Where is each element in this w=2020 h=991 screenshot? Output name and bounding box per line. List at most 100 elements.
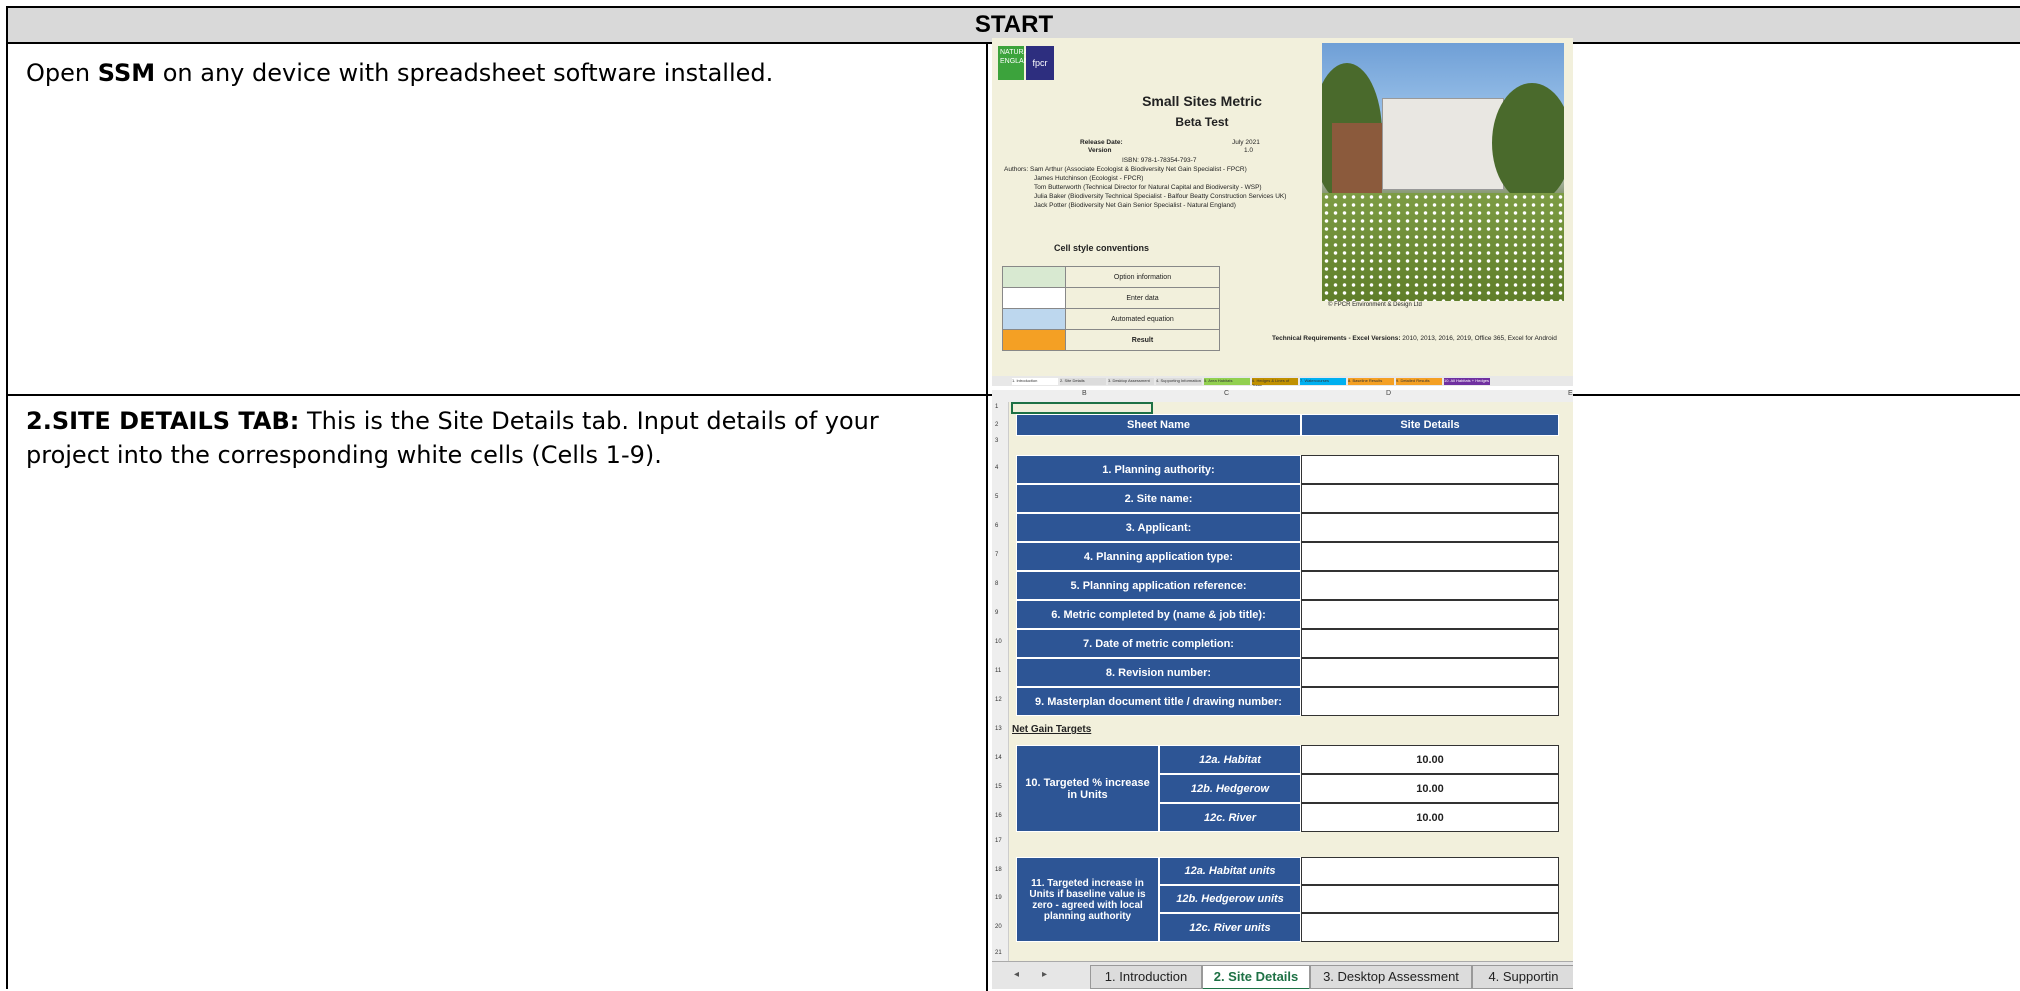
target-zero-row-label: 12b. Hedgerow units	[1159, 885, 1301, 913]
row-number: 10	[995, 639, 1002, 645]
intro-subtitle: Beta Test	[1175, 115, 1229, 129]
planning-authority-input[interactable]	[1301, 455, 1559, 484]
row-number: 12	[995, 697, 1002, 703]
column-headers: B C D E	[992, 390, 1573, 402]
sheet-tab[interactable]: 6. Hedges & Lines of Trees	[1252, 377, 1298, 386]
legend-swatch	[1002, 329, 1066, 351]
column-divider	[986, 44, 988, 991]
tab-scroll-left-icon[interactable]: ◂	[1014, 969, 1019, 980]
legend-swatch	[1002, 287, 1066, 309]
sheet-tab[interactable]: 8. Baseline Results	[1348, 377, 1394, 385]
tab-site-details[interactable]: 2. Site Details	[1202, 965, 1310, 989]
col-header: C	[1224, 390, 1230, 397]
author-line-0: Authors: Sam Arthur (Associate Ecologist…	[1004, 166, 1247, 173]
field-label: 9. Masterplan document title / drawing n…	[1016, 687, 1301, 716]
natural-england-logo: NATURAL ENGLAND	[998, 46, 1034, 80]
photo-building-brick	[1332, 123, 1382, 193]
legend-label: Automated equation	[1065, 308, 1220, 330]
river-units-input[interactable]	[1301, 913, 1559, 942]
sheet-tab[interactable]: 10. All Habitats + Hedges	[1444, 377, 1490, 385]
row-number: 17	[995, 838, 1002, 844]
row-number: 7	[995, 552, 999, 558]
field-label: 1. Planning authority:	[1016, 455, 1301, 484]
field-label: 3. Applicant:	[1016, 513, 1301, 542]
completed-by-input[interactable]	[1301, 600, 1559, 629]
application-type-input[interactable]	[1301, 542, 1559, 571]
target-pct-row-label: 12b. Hedgerow	[1159, 774, 1301, 803]
river-target-input[interactable]: 10.00	[1301, 803, 1559, 832]
tab-introduction[interactable]: 1. Introduction	[1090, 965, 1202, 989]
site-name-input[interactable]	[1301, 484, 1559, 513]
target-zero-row-label: 12a. Habitat units	[1159, 857, 1301, 885]
field-label: 2. Site name:	[1016, 484, 1301, 513]
row-number: 4	[995, 465, 999, 471]
selected-cell[interactable]	[1011, 402, 1153, 414]
row2-instruction: 2.SITE DETAILS TAB: This is the Site Det…	[26, 404, 966, 472]
applicant-input[interactable]	[1301, 513, 1559, 542]
photo-tree	[1492, 83, 1564, 203]
sheet-tab[interactable]: 3. Desktop Assessment	[1108, 377, 1154, 385]
legend-swatch	[1002, 266, 1066, 288]
sheet-tab[interactable]: 2. Site Details	[1060, 377, 1106, 385]
legend-row: Automated equation	[1002, 308, 1220, 330]
legend-row: Enter data	[1002, 287, 1220, 309]
sheet-tab[interactable]: 4. Supporting Information	[1156, 377, 1202, 385]
row1-text-post: on any device with spreadsheet software …	[155, 59, 774, 87]
sheet-tab[interactable]: 1. Introduction	[1012, 377, 1058, 385]
sheet-tab[interactable]: 5. Area Habitats	[1204, 377, 1250, 385]
sheet-tab[interactable]: 7. Watercourses	[1300, 377, 1346, 385]
row-number: 18	[995, 867, 1002, 873]
hedgerow-units-input[interactable]	[1301, 885, 1559, 913]
author-line-1: James Hutchinson (Ecologist - FPCR)	[1034, 175, 1144, 182]
legend-label: Enter data	[1065, 287, 1220, 309]
row-number: 11	[995, 668, 1002, 674]
habitat-units-input[interactable]	[1301, 857, 1559, 885]
tab-desktop-assessment[interactable]: 3. Desktop Assessment	[1310, 965, 1472, 989]
cell-style-title: Cell style conventions	[1054, 243, 1150, 253]
fpcr-logo: fpcr	[1026, 46, 1054, 80]
hedgerow-target-input[interactable]: 10.00	[1301, 774, 1559, 803]
photo-daisies	[1322, 193, 1564, 301]
row-numbers: 1 2 3 4 5 6 7 8 9 10 11 12 13 14 15 16 1…	[992, 402, 1009, 962]
application-reference-input[interactable]	[1301, 571, 1559, 600]
author-line-3: Julia Baker (Biodiversity Technical Spec…	[1034, 193, 1287, 200]
copyright: © FPCR Environment & Design Ltd	[1328, 302, 1422, 308]
tech-requirements: Technical Requirements - Excel Versions:…	[1272, 335, 1557, 342]
row1-instruction: Open SSM on any device with spreadsheet …	[26, 56, 966, 90]
legend-row: Option information	[1002, 266, 1220, 288]
row-number: 9	[995, 610, 999, 616]
habitat-target-input[interactable]: 10.00	[1301, 745, 1559, 774]
row-number: 5	[995, 494, 999, 500]
row-number: 16	[995, 813, 1002, 819]
site-details-screenshot: B C D E 1 2 3 4 5 6 7 8 9 10 11 12 13 14…	[992, 390, 1573, 989]
col-header: B	[1082, 390, 1087, 397]
col-header: D	[1386, 390, 1392, 397]
tech-req-value: 2010, 2013, 2016, 2019, Office 365, Exce…	[1402, 335, 1557, 342]
row-number: 21	[995, 950, 1002, 956]
sheet-tab-bar: ◂ ▸ 1. Introduction 2. Site Details 3. D…	[992, 961, 1573, 989]
revision-number-input[interactable]	[1301, 658, 1559, 687]
tab-supporting-information[interactable]: 4. Supportin	[1472, 965, 1573, 989]
completion-date-input[interactable]	[1301, 629, 1559, 658]
intro-title: Small Sites Metric	[1142, 93, 1262, 109]
legend-row: Result	[1002, 329, 1220, 351]
photo-building	[1382, 98, 1504, 190]
col-header: E	[1568, 390, 1573, 397]
target-pct-row-label: 12a. Habitat	[1159, 745, 1301, 774]
row-number: 6	[995, 523, 999, 529]
row-number: 19	[995, 895, 1002, 901]
tab-scroll-right-icon[interactable]: ▸	[1042, 969, 1047, 980]
intro-sheet-tabs: 1. Introduction 2. Site Details 3. Deskt…	[992, 376, 1573, 386]
row-number: 20	[995, 924, 1002, 930]
row-number: 13	[995, 726, 1002, 732]
row-number: 15	[995, 784, 1002, 790]
legend-label: Option information	[1065, 266, 1220, 288]
author-line-4: Jack Potter (Biodiversity Net Gain Senio…	[1034, 202, 1236, 209]
version-label: Version	[1088, 147, 1112, 154]
field-label: 6. Metric completed by (name & job title…	[1016, 600, 1301, 629]
sheet-tab[interactable]: 9. Detailed Results	[1396, 377, 1442, 385]
row1-text-bold: SSM	[97, 59, 156, 87]
legend-label: Result	[1065, 329, 1220, 351]
row-number: 3	[995, 438, 999, 444]
masterplan-title-input[interactable]	[1301, 687, 1559, 716]
